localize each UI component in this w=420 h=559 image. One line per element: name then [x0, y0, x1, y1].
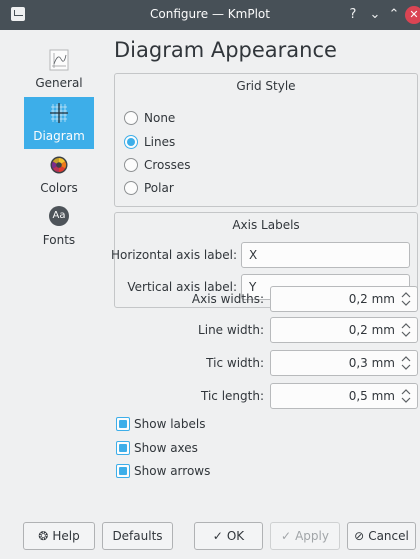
tic-length-label: Tic length: — [201, 389, 264, 403]
show-arrows-checkbox[interactable] — [116, 464, 130, 478]
spin-value: 0,2 mm — [348, 292, 395, 306]
nav-item-label: Fonts — [42, 233, 76, 247]
nav-item-diagram[interactable]: Diagram — [24, 97, 94, 149]
apply-button[interactable]: ✓ Apply — [270, 522, 340, 550]
axis-widths-spinbox[interactable]: 0,2 mm — [270, 286, 418, 312]
checkbox-label: Show arrows — [134, 464, 211, 478]
checkmark-icon: ✓ — [212, 529, 223, 543]
minimize-button[interactable]: ⌄ — [366, 6, 384, 24]
close-button[interactable]: ✕ — [405, 6, 420, 24]
radio-label: None — [144, 111, 176, 125]
radio-label: Polar — [144, 181, 174, 195]
context-help-button[interactable]: ? — [344, 6, 362, 24]
cancel-icon: ⊘ — [354, 529, 365, 543]
cancel-button-label: Cancel — [368, 529, 409, 543]
radio-button[interactable] — [124, 111, 138, 125]
tic-width-label: Tic width: — [206, 356, 264, 370]
color-wheel-icon — [50, 156, 68, 174]
apply-button-label: Apply — [295, 529, 329, 543]
ok-button-label: OK — [226, 529, 245, 543]
grid-style-group: Grid Style None Lines Crosses Polar — [114, 73, 418, 207]
help-icon: ❂ — [38, 529, 49, 543]
diagram-grid-icon — [50, 103, 68, 123]
nav-item-label: Colors — [40, 181, 78, 195]
up-down-arrows-icon[interactable] — [400, 321, 412, 339]
help-button-label: Help — [52, 529, 80, 543]
line-width-spinbox[interactable]: 0,2 mm — [270, 317, 418, 343]
nav-item-fonts[interactable]: Aa Fonts — [24, 201, 94, 253]
fonts-icon: Aa — [49, 206, 69, 226]
general-icon — [49, 49, 69, 71]
horizontal-axis-label-input[interactable]: X — [241, 242, 410, 268]
config-page-list: General Diagram Colors Aa Fonts — [24, 44, 94, 258]
show-axes-checkbox[interactable] — [116, 441, 130, 455]
radio-button[interactable] — [124, 135, 138, 149]
radio-label: Crosses — [144, 158, 191, 172]
spin-value: 0,2 mm — [348, 323, 395, 337]
group-title: Grid Style — [236, 79, 296, 93]
spin-value: 0,3 mm — [348, 356, 395, 370]
show-labels-checkbox[interactable] — [116, 417, 130, 431]
checkbox-label: Show axes — [134, 441, 198, 455]
up-down-arrows-icon[interactable] — [400, 387, 412, 405]
window-titlebar[interactable]: Configure — KmPlot ? ⌄ ⌃ ✕ — [0, 0, 420, 30]
nav-item-general[interactable]: General — [24, 44, 94, 96]
help-button[interactable]: ❂ Help — [23, 522, 95, 550]
radio-button[interactable] — [124, 181, 138, 195]
checkmark-icon: ✓ — [281, 529, 292, 543]
nav-item-label: General — [35, 76, 83, 90]
group-title: Axis Labels — [232, 218, 300, 232]
nav-item-label: Diagram — [33, 129, 85, 143]
checkbox-label: Show labels — [134, 417, 206, 431]
tic-length-spinbox[interactable]: 0,5 mm — [270, 383, 418, 409]
defaults-button[interactable]: Defaults — [102, 522, 173, 550]
radio-button[interactable] — [124, 158, 138, 172]
nav-divider — [100, 44, 101, 504]
horizontal-axis-label-caption: Horizontal axis label: — [110, 248, 237, 262]
ok-button[interactable]: ✓ OK — [194, 522, 263, 550]
radio-label: Lines — [144, 135, 176, 149]
up-down-arrows-icon[interactable] — [400, 354, 412, 372]
defaults-button-label: Defaults — [112, 529, 163, 543]
maximize-button[interactable]: ⌃ — [385, 6, 403, 24]
axis-widths-label: Axis widths: — [191, 292, 264, 306]
fonts-icon-text: Aa — [52, 210, 66, 221]
tic-width-spinbox[interactable]: 0,3 mm — [270, 350, 418, 376]
line-width-label: Line width: — [198, 323, 264, 337]
page-title: Diagram Appearance — [114, 38, 337, 62]
up-down-arrows-icon[interactable] — [400, 290, 412, 308]
spin-value: 0,5 mm — [348, 389, 395, 403]
cancel-button[interactable]: ⊘ Cancel — [347, 522, 416, 550]
nav-item-colors[interactable]: Colors — [24, 149, 94, 201]
